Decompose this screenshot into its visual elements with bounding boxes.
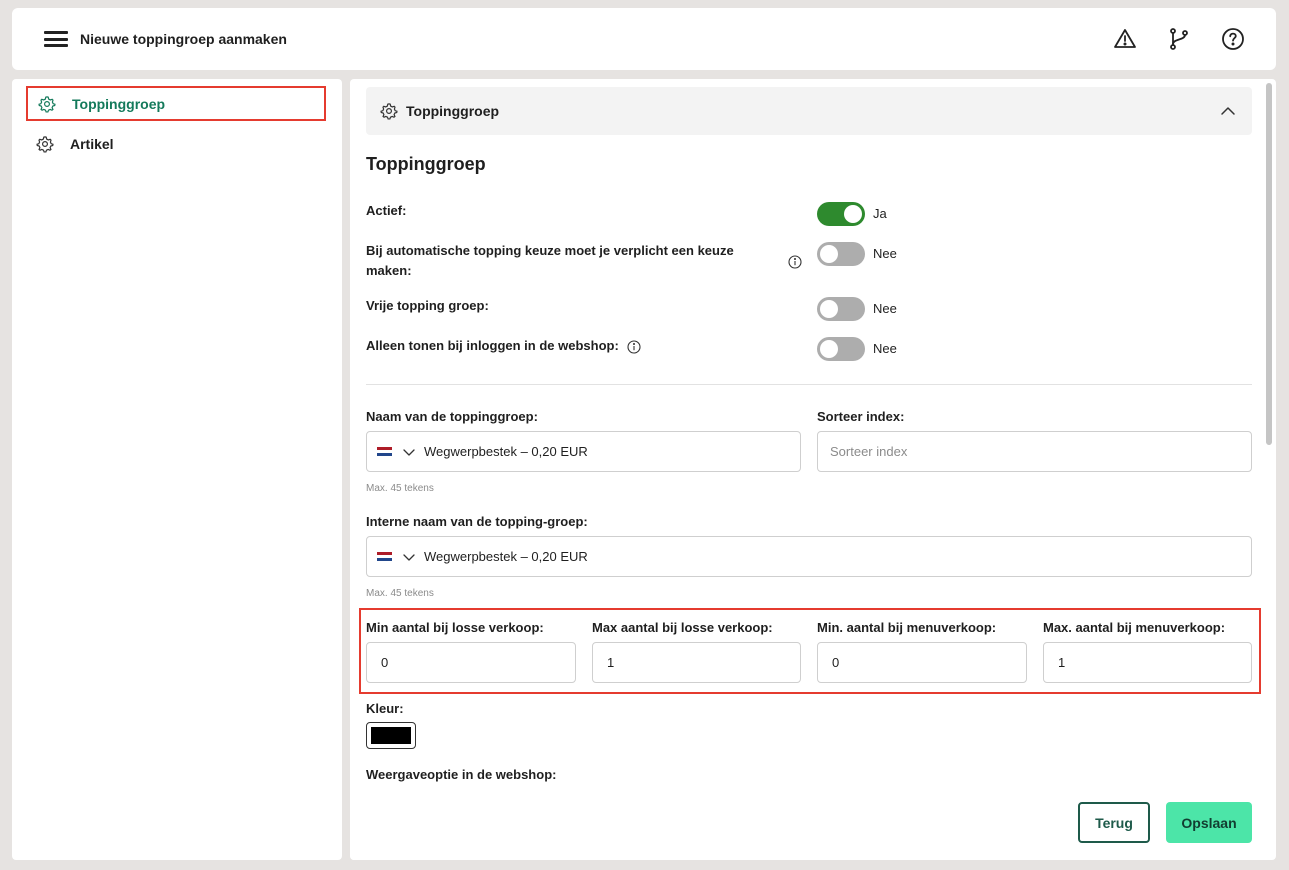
max-losse-label: Max aantal bij losse verkoop:: [592, 620, 773, 635]
color-picker[interactable]: [366, 722, 416, 749]
max-menu-value: 1: [1058, 655, 1066, 670]
sidebar-item-label: Toppinggroep: [72, 95, 166, 112]
scrollbar[interactable]: [1266, 83, 1272, 445]
save-button[interactable]: Opslaan: [1166, 802, 1252, 843]
interne-naam-label: Interne naam van de topping-groep:: [366, 514, 588, 529]
alleen-inloggen-toggle[interactable]: [817, 337, 865, 361]
alleen-inloggen-label: Alleen tonen bij inloggen in de webshop:: [366, 338, 619, 353]
section-title: Toppinggroep: [366, 154, 486, 174]
gear-icon: [38, 95, 56, 113]
min-menu-value: 0: [832, 655, 840, 670]
min-menu-input[interactable]: 0: [817, 642, 1027, 683]
weergave-label: Weergaveoptie in de webshop:: [366, 767, 557, 782]
section-header-toppinggroep[interactable]: Toppinggroep: [366, 87, 1252, 135]
actief-state: Ja: [873, 206, 887, 221]
nl-flag-icon: [377, 446, 392, 457]
sorteer-label: Sorteer index:: [817, 409, 905, 424]
warning-icon[interactable]: [1113, 27, 1137, 51]
max-losse-input[interactable]: 1: [592, 642, 801, 683]
min-menu-label: Min. aantal bij menuverkoop:: [817, 620, 997, 635]
vrije-topping-state: Nee: [873, 301, 897, 316]
naam-label: Naam van de toppinggroep:: [366, 409, 538, 424]
alleen-inloggen-state: Nee: [873, 341, 897, 356]
vrije-topping-label: Vrije topping groep:: [366, 298, 489, 313]
chevron-down-icon[interactable]: [402, 445, 416, 459]
kleur-label: Kleur:: [366, 701, 404, 716]
section-header-label: Toppinggroep: [406, 103, 500, 119]
branch-icon[interactable]: [1167, 27, 1191, 51]
interne-naam-input[interactable]: Wegwerpbestek – 0,20 EUR: [366, 536, 1252, 577]
help-icon[interactable]: [1221, 27, 1245, 51]
nl-flag-icon: [377, 551, 392, 562]
divider: [366, 384, 1252, 385]
naam-value: Wegwerpbestek – 0,20 EUR: [424, 444, 588, 459]
footer-bar: Terug Opslaan: [350, 786, 1266, 860]
info-icon[interactable]: [788, 255, 802, 269]
actief-label: Actief:: [366, 203, 407, 218]
page-title: Nieuwe toppingroep aanmaken: [80, 31, 287, 47]
sidebar: Toppinggroep Artikel: [12, 79, 342, 860]
sidebar-item-toppinggroep[interactable]: Toppinggroep: [26, 86, 326, 121]
chevron-down-icon[interactable]: [402, 550, 416, 564]
sidebar-item-artikel[interactable]: Artikel: [26, 126, 326, 161]
sorteer-placeholder: Sorteer index: [830, 444, 908, 459]
gear-icon: [380, 103, 398, 120]
naam-input[interactable]: Wegwerpbestek – 0,20 EUR: [366, 431, 801, 472]
min-losse-label: Min aantal bij losse verkoop:: [366, 620, 544, 635]
main-panel: Toppinggroep Toppinggroep Actief: Ja Bij…: [350, 79, 1276, 860]
info-icon[interactable]: [627, 340, 641, 354]
color-swatch-fill: [371, 727, 411, 744]
sorteer-input[interactable]: Sorteer index: [817, 431, 1252, 472]
vrije-topping-toggle[interactable]: [817, 297, 865, 321]
min-losse-input[interactable]: 0: [366, 642, 576, 683]
verplicht-keuze-state: Nee: [873, 246, 897, 261]
interne-naam-value: Wegwerpbestek – 0,20 EUR: [424, 549, 588, 564]
back-button[interactable]: Terug: [1078, 802, 1150, 843]
interne-naam-hint: Max. 45 tekens: [366, 588, 434, 599]
max-menu-label: Max. aantal bij menuverkoop:: [1043, 620, 1226, 635]
min-losse-value: 0: [381, 655, 389, 670]
max-menu-input[interactable]: 1: [1043, 642, 1252, 683]
menu-icon[interactable]: [44, 31, 68, 47]
verplicht-keuze-label: Bij automatische topping keuze moet je v…: [366, 243, 734, 278]
chevron-up-icon[interactable]: [1220, 103, 1236, 119]
naam-hint: Max. 45 tekens: [366, 483, 434, 494]
top-bar: Nieuwe toppingroep aanmaken: [12, 8, 1276, 70]
max-losse-value: 1: [607, 655, 615, 670]
gear-icon: [36, 135, 54, 153]
verplicht-keuze-toggle[interactable]: [817, 242, 865, 266]
sidebar-item-label: Artikel: [70, 135, 114, 152]
actief-toggle[interactable]: [817, 202, 865, 226]
